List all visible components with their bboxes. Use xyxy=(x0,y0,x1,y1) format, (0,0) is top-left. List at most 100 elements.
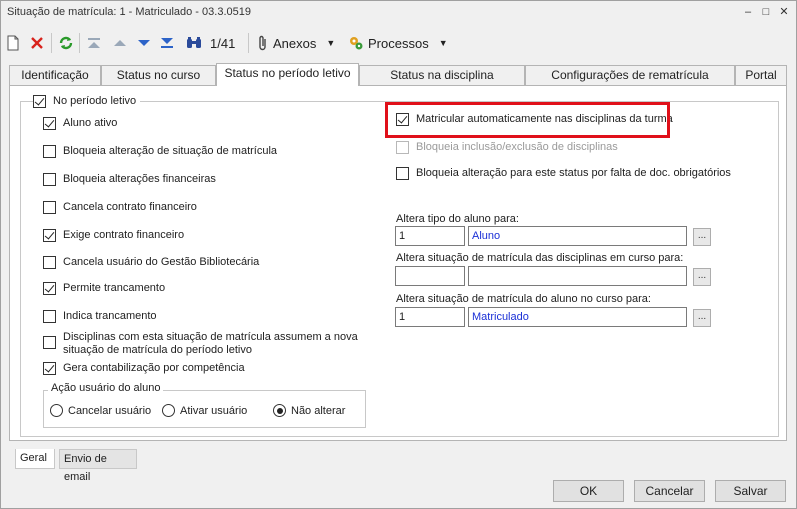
checkbox-label: Indica trancamento xyxy=(63,310,157,322)
situacao-curso-description-input[interactable]: Matriculado xyxy=(468,307,687,327)
previous-record-icon[interactable] xyxy=(113,32,127,54)
refresh-icon[interactable] xyxy=(58,32,74,54)
radio-label: Cancelar usuário xyxy=(68,404,152,417)
cancela-usuario-gestao-checkbox[interactable]: Cancela usuário do Gestão Bibliotecária xyxy=(43,256,259,269)
tab-status-no-periodo-letivo[interactable]: Status no período letivo xyxy=(216,63,359,86)
ok-button[interactable]: OK xyxy=(553,480,624,502)
gera-contabilizacao-checkbox[interactable]: Gera contabilização por competência xyxy=(43,362,245,375)
checkbox-box[interactable] xyxy=(43,173,56,186)
checkbox-label: Exige contrato financeiro xyxy=(63,229,185,241)
acao-usuario-title: Ação usuário do aluno xyxy=(48,382,164,394)
checkbox-label: Bloqueia alteração para este status por … xyxy=(416,167,731,179)
situacao-curso-code-input[interactable]: 1 xyxy=(395,307,465,327)
chevron-down-icon: ▼ xyxy=(326,38,336,48)
situacao-disciplinas-description-input[interactable] xyxy=(468,266,687,286)
tipo-aluno-code-input[interactable]: 1 xyxy=(395,226,465,246)
checkbox-box[interactable] xyxy=(43,201,56,214)
tab-identificacao[interactable]: Identificação xyxy=(9,65,101,85)
checkbox-box[interactable] xyxy=(43,336,56,349)
tab-status-no-curso[interactable]: Status no curso xyxy=(101,65,216,85)
tipo-aluno-lookup-button[interactable]: ... xyxy=(693,228,711,246)
tab-envio-de-email[interactable]: Envio de email xyxy=(59,449,137,483)
tab-strip: Identificação Status no curso Status no … xyxy=(9,63,787,86)
tab-status-na-disciplina[interactable]: Status na disciplina xyxy=(359,65,525,85)
save-button[interactable]: Salvar xyxy=(715,480,786,502)
find-icon[interactable] xyxy=(186,32,202,54)
tab-panel: No período letivo Aluno ativo Bloqueia a… xyxy=(9,85,787,441)
situacao-disciplinas-lookup-button[interactable]: ... xyxy=(693,268,711,286)
delete-icon[interactable] xyxy=(30,32,44,54)
checkbox-box[interactable] xyxy=(43,256,56,269)
group-title: No período letivo xyxy=(53,95,137,107)
radio-ativar-usuario[interactable]: Ativar usuário xyxy=(162,404,247,417)
checkbox-label: Disciplinas com esta situação de matrícu… xyxy=(63,331,358,357)
cancel-button[interactable]: Cancelar xyxy=(634,480,705,502)
radio-nao-alterar[interactable]: Não alterar xyxy=(273,404,345,417)
checkbox-box xyxy=(396,141,409,154)
toolbar: 1/41 Anexos ▼ Processos ▼ xyxy=(1,29,796,57)
title-bar: Situação de matrícula: 1 - Matriculado -… xyxy=(1,1,796,25)
processos-dropdown[interactable]: Processos ▼ xyxy=(348,32,448,54)
tab-geral[interactable]: Geral xyxy=(15,449,55,469)
checkbox-box[interactable] xyxy=(43,229,56,242)
chevron-down-icon: ▼ xyxy=(438,38,448,48)
processes-icon xyxy=(348,35,364,51)
radio-button[interactable] xyxy=(273,404,286,417)
next-record-icon[interactable] xyxy=(137,32,151,54)
tipo-aluno-description-input[interactable]: Aluno xyxy=(468,226,687,246)
checkbox-box[interactable] xyxy=(396,167,409,180)
processos-label: Processos xyxy=(368,35,429,51)
altera-situacao-curso-label: Altera situação de matrícula do aluno no… xyxy=(396,293,651,305)
checkbox-box[interactable] xyxy=(43,362,56,375)
checkbox-box[interactable] xyxy=(43,310,56,323)
indica-trancamento-checkbox[interactable]: Indica trancamento xyxy=(43,310,157,323)
exige-contrato-financeiro-checkbox[interactable]: Exige contrato financeiro xyxy=(43,229,184,242)
situacao-curso-lookup-button[interactable]: ... xyxy=(693,309,711,327)
tab-portal[interactable]: Portal xyxy=(735,65,787,85)
last-record-icon[interactable] xyxy=(160,32,174,54)
checkbox-label-line2: situação de matrícula do período letivo xyxy=(63,344,252,356)
paperclip-icon xyxy=(257,35,269,51)
checkbox-label: Aluno ativo xyxy=(63,117,118,129)
radio-label: Não alterar xyxy=(291,404,346,417)
dialog-window: Situação de matrícula: 1 - Matriculado -… xyxy=(0,0,797,509)
radio-button[interactable] xyxy=(162,404,175,417)
checkbox-label: Permite trancamento xyxy=(63,282,166,294)
highlight-box xyxy=(385,102,670,138)
checkbox-box[interactable] xyxy=(43,145,56,158)
disciplinas-assumem-situacao-checkbox[interactable]: Disciplinas com esta situação de matrícu… xyxy=(43,331,358,357)
checkbox-label: Bloqueia inclusão/exclusão de disciplina… xyxy=(416,141,618,153)
radio-cancelar-usuario[interactable]: Cancelar usuário xyxy=(50,404,151,417)
checkbox-label: Cancela usuário do Gestão Bibliotecária xyxy=(63,256,260,268)
aluno-ativo-checkbox[interactable]: Aluno ativo xyxy=(43,117,117,130)
checkbox-label: Gera contabilização por competência xyxy=(63,362,245,374)
first-record-icon[interactable] xyxy=(87,32,101,54)
maximize-button[interactable]: □ xyxy=(757,4,775,20)
close-button[interactable]: ✕ xyxy=(775,4,793,20)
permite-trancamento-checkbox[interactable]: Permite trancamento xyxy=(43,282,165,295)
bloqueia-alteracao-situacao-checkbox[interactable]: Bloqueia alteração de situação de matríc… xyxy=(43,145,277,158)
record-counter: 1/41 xyxy=(210,35,236,51)
checkbox-box[interactable] xyxy=(33,95,46,108)
no-periodo-letivo-checkbox[interactable]: No período letivo xyxy=(33,95,141,108)
window-title: Situação de matrícula: 1 - Matriculado -… xyxy=(7,6,251,18)
checkbox-label: Bloqueia alteração de situação de matríc… xyxy=(63,145,278,157)
checkbox-box[interactable] xyxy=(43,117,56,130)
new-document-icon[interactable] xyxy=(6,32,20,54)
tab-configuracoes-de-rematricula[interactable]: Configurações de rematrícula xyxy=(525,65,735,85)
anexos-dropdown[interactable]: Anexos ▼ xyxy=(257,32,335,54)
checkbox-label: Bloqueia alterações financeiras xyxy=(63,173,216,185)
checkbox-box[interactable] xyxy=(43,282,56,295)
checkbox-label: Cancela contrato financeiro xyxy=(63,201,197,213)
minimize-button[interactable]: – xyxy=(739,4,757,20)
cancela-contrato-financeiro-checkbox[interactable]: Cancela contrato financeiro xyxy=(43,201,197,214)
altera-situacao-disciplinas-label: Altera situação de matrícula das discipl… xyxy=(396,252,684,264)
bloqueia-alteracao-status-checkbox[interactable]: Bloqueia alteração para este status por … xyxy=(396,167,731,180)
bloqueia-alteracoes-financeiras-checkbox[interactable]: Bloqueia alterações financeiras xyxy=(43,173,216,186)
bloqueia-inclusao-exclusao-checkbox: Bloqueia inclusão/exclusão de disciplina… xyxy=(396,141,618,154)
radio-label: Ativar usuário xyxy=(180,404,248,417)
anexos-label: Anexos xyxy=(273,35,317,51)
checkbox-label-line1: Disciplinas com esta situação de matrícu… xyxy=(63,331,358,343)
situacao-disciplinas-code-input[interactable] xyxy=(395,266,465,286)
radio-button[interactable] xyxy=(50,404,63,417)
